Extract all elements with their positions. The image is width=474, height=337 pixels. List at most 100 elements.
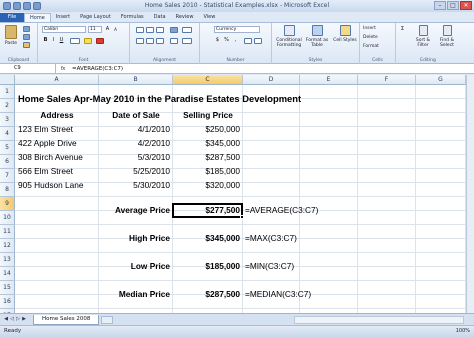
- table-row-address[interactable]: 308 Birch Avenue: [18, 150, 83, 164]
- column-header-g[interactable]: G: [416, 75, 466, 85]
- shrink-font-button[interactable]: A: [112, 26, 119, 33]
- decrease-decimal-icon[interactable]: [254, 38, 262, 44]
- fill-handle[interactable]: [240, 215, 244, 219]
- font-size-box[interactable]: 11: [88, 26, 102, 33]
- row-header-15[interactable]: 15: [0, 281, 15, 295]
- active-cell-selection[interactable]: [172, 203, 243, 218]
- row-header-8[interactable]: 8: [0, 183, 15, 197]
- format-cells-button[interactable]: Format: [363, 44, 379, 49]
- table-row-date[interactable]: 5/25/2010: [99, 164, 170, 178]
- column-header-c[interactable]: C: [173, 75, 243, 85]
- column-header-b[interactable]: B: [99, 75, 173, 85]
- number-format-box[interactable]: Currency: [214, 26, 260, 33]
- borders-icon[interactable]: [70, 38, 80, 44]
- table-row-price[interactable]: $250,000: [173, 122, 240, 136]
- paste-button[interactable]: Paste: [3, 25, 19, 46]
- font-color-icon[interactable]: [96, 38, 104, 44]
- table-row-price[interactable]: $345,000: [173, 136, 240, 150]
- vertical-scrollbar[interactable]: [466, 75, 474, 313]
- high-price-label[interactable]: High Price: [99, 231, 170, 245]
- row-header-3[interactable]: 3: [0, 113, 15, 127]
- tab-review[interactable]: Review: [171, 13, 199, 22]
- header-price[interactable]: Selling Price: [173, 108, 243, 122]
- header-date[interactable]: Date of Sale: [99, 108, 173, 122]
- table-row-address[interactable]: 422 Apple Drive: [18, 136, 77, 150]
- row-header-6[interactable]: 6: [0, 155, 15, 169]
- name-box[interactable]: C9: [0, 64, 56, 73]
- row-header-4[interactable]: 4: [0, 127, 15, 141]
- format-painter-icon[interactable]: [23, 42, 30, 48]
- tab-formulas[interactable]: Formulas: [116, 13, 149, 22]
- table-row-address[interactable]: 123 Elm Street: [18, 122, 73, 136]
- italic-button[interactable]: I: [50, 37, 57, 44]
- column-header-d[interactable]: D: [243, 75, 300, 85]
- max-formula-text[interactable]: =MAX(C3:C7): [245, 231, 297, 245]
- orientation-icon[interactable]: [170, 27, 178, 33]
- tab-data[interactable]: Data: [149, 13, 171, 22]
- row-header-7[interactable]: 7: [0, 169, 15, 183]
- tab-view[interactable]: View: [198, 13, 220, 22]
- worksheet-grid[interactable]: ABCDEFG 12345678910111213141516171819 Ho…: [0, 75, 474, 313]
- table-row-address[interactable]: 566 Elm Street: [18, 164, 73, 178]
- row-header-5[interactable]: 5: [0, 141, 15, 155]
- percent-button[interactable]: %: [223, 37, 230, 44]
- insert-function-icon[interactable]: fx: [56, 66, 70, 72]
- grow-font-button[interactable]: A: [104, 26, 111, 33]
- high-price-value[interactable]: $345,000: [173, 231, 240, 245]
- underline-button[interactable]: U: [58, 37, 65, 44]
- select-all-corner[interactable]: [0, 75, 15, 85]
- table-row-price[interactable]: $287,500: [173, 150, 240, 164]
- align-center-icon[interactable]: [146, 38, 154, 44]
- increase-decimal-icon[interactable]: [244, 38, 252, 44]
- indent-icon[interactable]: [170, 38, 178, 44]
- row-header-2[interactable]: 2: [0, 99, 15, 113]
- align-top-icon[interactable]: [136, 27, 144, 33]
- minimize-button[interactable]: –: [434, 1, 446, 10]
- horizontal-scrollbar[interactable]: [294, 315, 464, 324]
- find-select-button[interactable]: Find & Select: [436, 25, 458, 48]
- table-row-date[interactable]: 5/30/2010: [99, 178, 170, 192]
- table-row-price[interactable]: $185,000: [173, 164, 240, 178]
- row-header-11[interactable]: 11: [0, 225, 15, 239]
- row-header-13[interactable]: 13: [0, 253, 15, 267]
- row-header-14[interactable]: 14: [0, 267, 15, 281]
- table-row-date[interactable]: 5/3/2010: [99, 150, 170, 164]
- formula-input[interactable]: =AVERAGE(C3:C7): [70, 66, 123, 72]
- median-formula-text[interactable]: =MEDIAN(C3:C7): [245, 287, 311, 301]
- sheet-tab[interactable]: Home Sales 2008: [33, 314, 100, 325]
- cut-icon[interactable]: [23, 26, 30, 32]
- row-header-10[interactable]: 10: [0, 211, 15, 225]
- cell-styles-button[interactable]: Cell Styles: [332, 25, 358, 43]
- row-header-12[interactable]: 12: [0, 239, 15, 253]
- merge-center-icon[interactable]: [182, 38, 192, 44]
- min-formula-text[interactable]: =MIN(C3:C7): [245, 259, 294, 273]
- column-header-a[interactable]: A: [15, 75, 99, 85]
- fill-color-icon[interactable]: [84, 38, 92, 44]
- currency-button[interactable]: $: [214, 37, 221, 44]
- average-formula-text[interactable]: =AVERAGE(C3:C7): [245, 203, 318, 217]
- delete-cells-button[interactable]: Delete: [363, 35, 378, 40]
- wrap-text-icon[interactable]: [182, 27, 192, 33]
- column-header-f[interactable]: F: [358, 75, 416, 85]
- table-row-date[interactable]: 4/1/2010: [99, 122, 170, 136]
- insert-sheet-icon[interactable]: [101, 315, 114, 324]
- table-row-date[interactable]: 4/2/2010: [99, 136, 170, 150]
- header-address[interactable]: Address: [15, 108, 99, 122]
- close-button[interactable]: ✕: [460, 1, 472, 10]
- tab-page-layout[interactable]: Page Layout: [75, 13, 116, 22]
- copy-icon[interactable]: [23, 34, 30, 40]
- row-header-9[interactable]: 9: [0, 197, 15, 211]
- median-price-label[interactable]: Median Price: [99, 287, 170, 301]
- row-header-1[interactable]: 1: [0, 85, 15, 99]
- align-right-icon[interactable]: [156, 38, 164, 44]
- tab-file[interactable]: File: [0, 13, 24, 22]
- tab-home[interactable]: Home: [24, 13, 51, 22]
- align-middle-icon[interactable]: [146, 27, 154, 33]
- average-price-label[interactable]: Average Price: [99, 203, 170, 217]
- table-row-address[interactable]: 905 Hudson Lane: [18, 178, 84, 192]
- table-row-price[interactable]: $320,000: [173, 178, 240, 192]
- tab-insert[interactable]: Insert: [51, 13, 75, 22]
- insert-cells-button[interactable]: Insert: [363, 26, 376, 31]
- low-price-value[interactable]: $185,000: [173, 259, 240, 273]
- sort-filter-button[interactable]: Sort & Filter: [412, 25, 434, 48]
